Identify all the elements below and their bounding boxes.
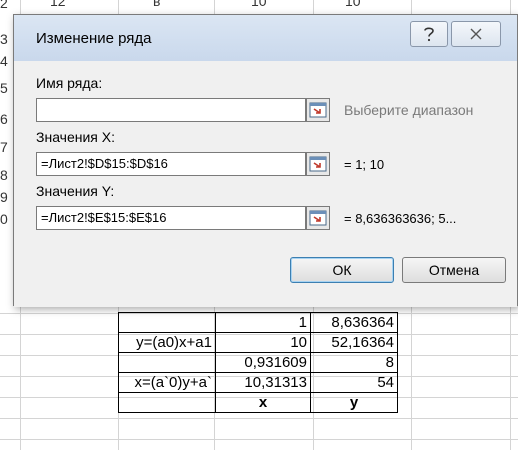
row-number: 5	[0, 80, 8, 96]
cancel-button[interactable]: Отмена	[402, 257, 506, 283]
top-cell-3: 10	[251, 0, 267, 9]
table-row: y=(a0)x+a1 10 52,16364	[118, 332, 398, 353]
row-number: 6	[0, 111, 8, 127]
range-select-icon	[309, 102, 327, 118]
dialog-body: Имя ряда: Выберите диапазон Значения X: …	[14, 61, 517, 307]
series-name-range-button[interactable]	[306, 98, 330, 122]
question-mark-icon	[424, 27, 434, 42]
table-cell[interactable]: 8	[310, 352, 398, 373]
ok-button[interactable]: ОК	[290, 257, 394, 283]
series-name-label: Имя ряда:	[36, 75, 103, 91]
row-number: 3	[0, 31, 8, 47]
row-number: 0	[0, 211, 8, 227]
x-values-result: = 1; 10	[344, 157, 385, 172]
table-row: 1 8,636364	[118, 312, 398, 333]
table-cell[interactable]: 52,16364	[310, 332, 398, 353]
table-cell[interactable]: 10,31313	[215, 372, 311, 393]
row-number: 2	[0, 0, 8, 11]
table-cell[interactable]: 8,636364	[310, 312, 398, 333]
y-values-label: Значения Y:	[36, 183, 115, 199]
close-button[interactable]	[451, 21, 501, 47]
table-cell[interactable]: 1	[215, 312, 311, 333]
table-cell[interactable]	[118, 392, 216, 413]
x-values-range-button[interactable]	[306, 152, 330, 176]
table-cell[interactable]	[118, 312, 216, 333]
table-row: 0,931609 8	[118, 352, 398, 373]
dialog-titlebar[interactable]: Изменение ряда	[14, 15, 517, 62]
table-row: x y	[118, 392, 398, 413]
row-number: 8	[0, 167, 8, 183]
edit-series-dialog: Изменение ряда Имя ряда: Выберите диапаз…	[13, 14, 518, 307]
top-cell-4: 10	[345, 0, 361, 9]
x-values-input[interactable]: =Лист2!$D$15:$D$16	[36, 152, 306, 176]
y-values-input[interactable]: =Лист2!$E$15:$E$16	[36, 206, 306, 230]
help-button[interactable]	[410, 21, 448, 47]
row-number: 9	[0, 189, 8, 205]
series-name-hint: Выберите диапазон	[344, 102, 474, 118]
top-cell-2: в	[153, 0, 161, 9]
range-select-icon	[309, 210, 327, 226]
table-row: x=(a`0)y+a` 10,31313 54	[118, 372, 398, 393]
close-icon	[470, 28, 482, 40]
series-name-input[interactable]	[36, 98, 306, 122]
row-number: 7	[0, 139, 8, 155]
table-cell[interactable]: 10	[215, 332, 311, 353]
row-number: 4	[0, 53, 8, 69]
top-cell-1: 12	[50, 0, 66, 9]
table-cell[interactable]: x	[215, 392, 311, 413]
table-cell[interactable]: 54	[310, 372, 398, 393]
table-cell[interactable]: y	[310, 392, 398, 413]
table-cell[interactable]: y=(a0)x+a1	[118, 332, 216, 353]
y-values-range-button[interactable]	[306, 206, 330, 230]
table-cell[interactable]: x=(a`0)y+a`	[118, 372, 216, 393]
table-cell[interactable]	[118, 352, 216, 373]
data-table: 1 8,636364 y=(a0)x+a1 10 52,16364 0,9316…	[118, 312, 398, 413]
x-values-label: Значения X:	[36, 129, 115, 145]
table-cell[interactable]: 0,931609	[215, 352, 311, 373]
dialog-title: Изменение ряда	[36, 30, 152, 47]
y-values-result: = 8,636363636; 5...	[344, 211, 457, 226]
range-select-icon	[309, 156, 327, 172]
